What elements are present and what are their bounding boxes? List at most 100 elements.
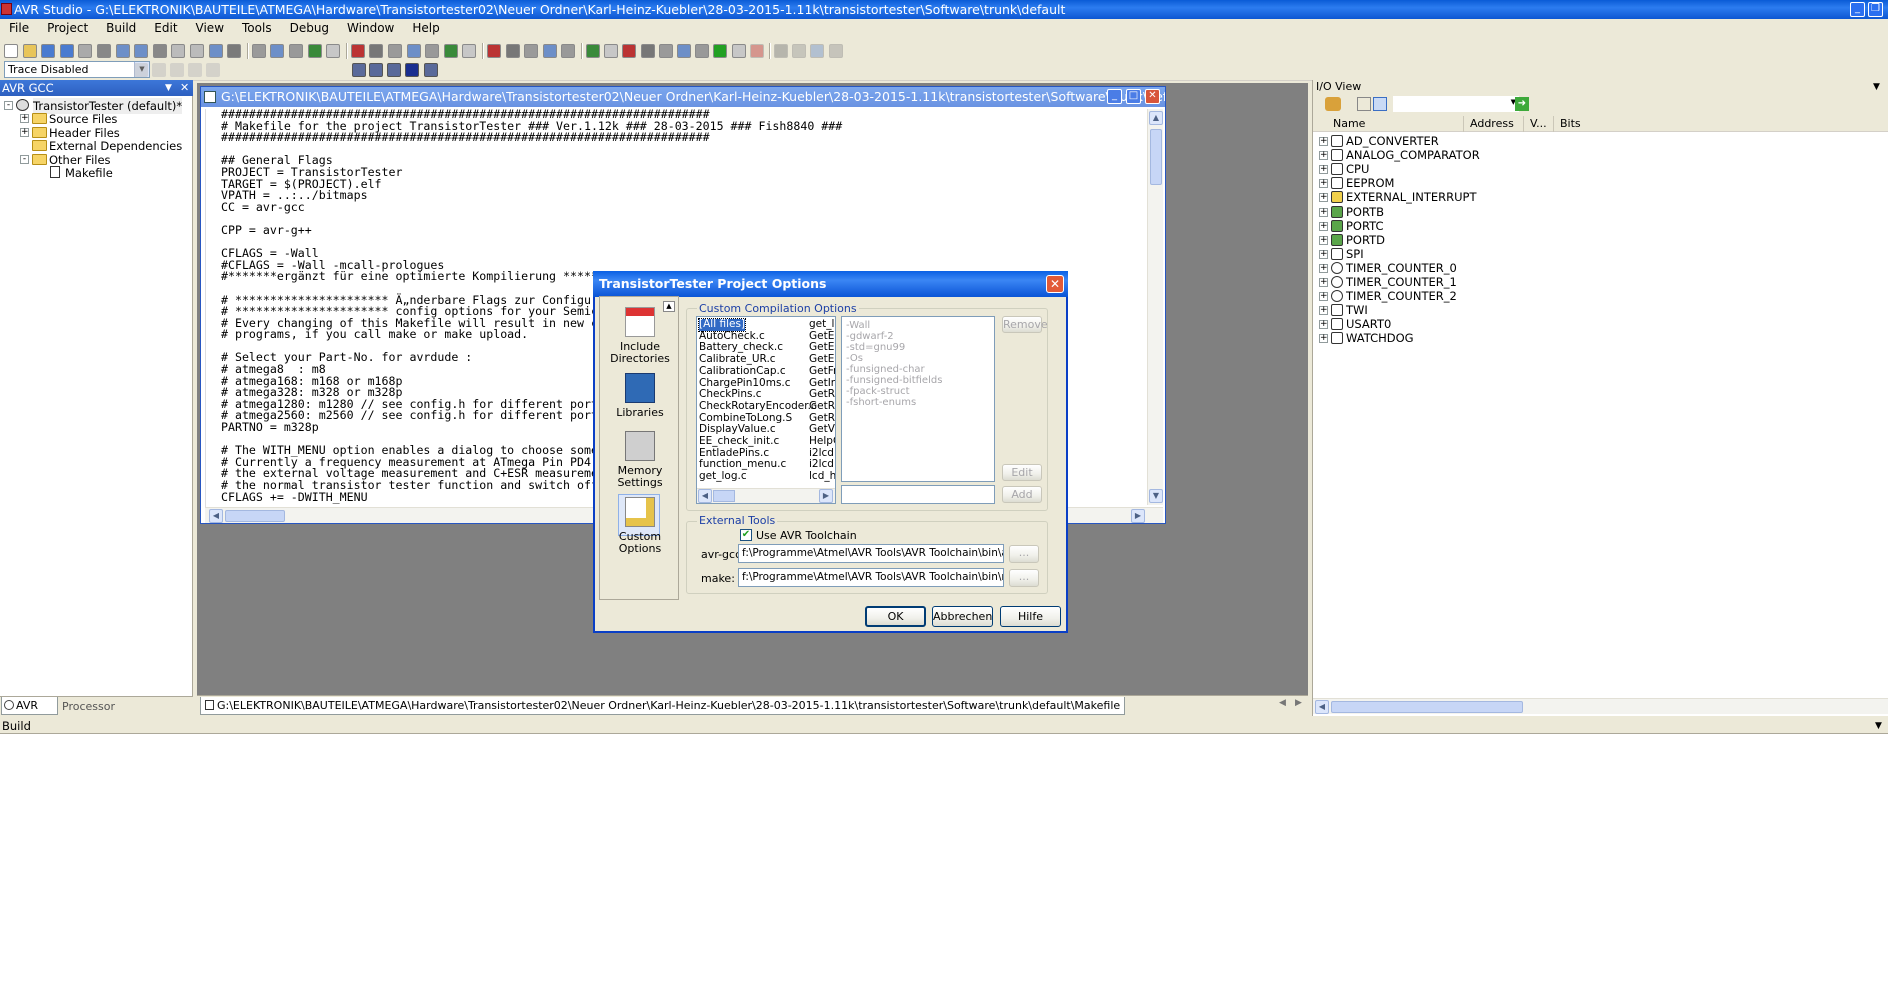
scroll-left-icon[interactable]: ◀	[209, 509, 223, 523]
horizontal-scroll-thumb[interactable]	[225, 510, 285, 522]
io-item[interactable]: + TWI	[1313, 303, 1613, 317]
run-icon[interactable]	[713, 44, 728, 58]
io-item[interactable]: + WATCHDOG	[1313, 331, 1613, 345]
save-all-icon[interactable]	[59, 44, 74, 58]
debug-window-icon[interactable]	[387, 63, 401, 77]
scroll-right-icon[interactable]: ▶	[819, 489, 833, 503]
editor-minimize-button[interactable]: _	[1107, 89, 1122, 104]
help-button[interactable]: Hilfe	[1000, 606, 1061, 627]
make-path-field[interactable]: f:\Programme\Atmel\AVR Tools\AVR Toolcha…	[738, 568, 1004, 587]
toolbar-tool-icon[interactable]	[289, 44, 303, 58]
expand-icon[interactable]: +	[1319, 292, 1328, 302]
menu-debug[interactable]: Debug	[281, 19, 338, 38]
menu-build[interactable]: Build	[97, 19, 145, 38]
io-item[interactable]: + SPI	[1313, 247, 1613, 261]
paste-icon[interactable]	[134, 44, 149, 58]
tab-scroll-right-icon[interactable]: ▶	[1295, 698, 1302, 708]
toolbar-tool-icon[interactable]	[524, 44, 539, 58]
expand-icon[interactable]: +	[1319, 221, 1328, 231]
menu-project[interactable]: Project	[38, 19, 97, 38]
expand-icon[interactable]: +	[1319, 263, 1328, 273]
nav-memory-settings[interactable]: Memory Settings	[599, 431, 681, 489]
nav-libraries[interactable]: Libraries	[599, 373, 681, 419]
options-list[interactable]: -Wall -gdwarf-2 -std=gnu99 -Os -funsigned-ch…	[841, 316, 995, 482]
toolbar-tool-icon[interactable]	[622, 44, 637, 58]
io-item[interactable]: + TIMER_COUNTER_0	[1313, 261, 1613, 275]
copy-icon[interactable]	[115, 44, 130, 58]
avr-gcc-path-field[interactable]: f:\Programme\Atmel\AVR Tools\AVR Toolcha…	[738, 544, 1004, 563]
vertical-scroll-thumb[interactable]	[1150, 129, 1162, 185]
expand-icon[interactable]: +	[1319, 165, 1328, 175]
expand-icon[interactable]: +	[1319, 235, 1328, 245]
make-browse-button[interactable]: ...	[1009, 569, 1039, 587]
toolbar-tool-icon[interactable]	[443, 44, 458, 58]
toolbar-tool-icon[interactable]	[604, 44, 619, 58]
tab-scroll-left-icon[interactable]: ◀	[1279, 698, 1286, 708]
expand-icon[interactable]: +	[1319, 137, 1328, 146]
cancel-button[interactable]: Abbrechen	[932, 606, 993, 627]
toolbar-tool-icon[interactable]	[658, 44, 673, 58]
column-bits[interactable]: Bits	[1553, 116, 1581, 132]
toolbar-tool-icon[interactable]	[307, 44, 322, 58]
toolbar-tool-icon[interactable]	[640, 44, 655, 58]
menu-help[interactable]: Help	[403, 19, 448, 38]
avr-gcc-browse-button[interactable]: ...	[1009, 545, 1039, 563]
expand-icon[interactable]: +	[1319, 334, 1328, 344]
file-list-item[interactable]: get_log.c lcd_hw	[699, 470, 835, 483]
file-list-item[interactable]: CalibrationCap.c GetFre	[699, 365, 835, 378]
option-input[interactable]	[841, 485, 995, 504]
chevron-down-icon[interactable]: ▼	[165, 80, 172, 96]
expand-icon[interactable]: +	[1319, 193, 1328, 203]
io-item[interactable]: + AD_CONVERTER	[1313, 134, 1613, 148]
toolbar-tool-icon[interactable]	[462, 44, 477, 58]
menu-window[interactable]: Window	[338, 19, 403, 38]
scroll-right-icon[interactable]: ▶	[1131, 509, 1145, 523]
toolbar-tool-icon[interactable]	[505, 44, 520, 58]
cut-icon[interactable]	[97, 44, 111, 58]
io-search-select[interactable]: ▼	[1393, 96, 1519, 112]
debug-window-icon[interactable]	[424, 63, 438, 77]
option-item[interactable]: -Wall	[846, 320, 990, 331]
menu-edit[interactable]: Edit	[145, 19, 186, 38]
expand-icon[interactable]: +	[1319, 320, 1328, 330]
menu-tools[interactable]: Tools	[233, 19, 281, 38]
column-address[interactable]: Address	[1463, 116, 1514, 132]
option-item[interactable]: -fshort-enums	[846, 397, 990, 408]
option-item[interactable]: -funsigned-bitfields	[846, 375, 990, 386]
expand-icon[interactable]: +	[1319, 249, 1328, 259]
tab-makefile[interactable]: G:\ELEKTRONIK\BAUTEILE\ATMEGA\Hardware\T…	[200, 697, 1126, 715]
toolbar-tool-icon[interactable]	[792, 44, 807, 58]
trace-tool-icon[interactable]	[206, 63, 220, 77]
save-icon[interactable]	[41, 44, 56, 58]
list-view-icon[interactable]	[1373, 97, 1387, 111]
new-file-icon[interactable]	[4, 44, 18, 58]
column-name[interactable]: Name	[1333, 116, 1365, 132]
trace-tool-icon[interactable]	[170, 63, 184, 77]
io-item[interactable]: + ANALOG_COMPARATOR	[1313, 148, 1613, 162]
option-item[interactable]: -gdwarf-2	[846, 331, 990, 342]
expand-icon[interactable]: +	[1319, 306, 1328, 316]
window-icon[interactable]	[208, 44, 223, 58]
toolbar-tool-icon[interactable]	[251, 44, 266, 58]
io-item[interactable]: + PORTD	[1313, 233, 1613, 247]
expand-icon[interactable]: +	[1319, 207, 1328, 217]
io-item[interactable]: + EXTERNAL_INTERRUPT	[1313, 190, 1613, 204]
expand-icon[interactable]: +	[20, 127, 29, 137]
chevron-down-icon[interactable]: ▼	[1875, 718, 1882, 734]
nav-custom-options[interactable]: Custom Options	[599, 494, 681, 555]
horizontal-scroll-thumb[interactable]	[713, 490, 735, 502]
editor-close-button[interactable]: ✕	[1145, 89, 1160, 104]
toolbar-tool-icon[interactable]	[406, 44, 421, 58]
toolbar-tool-icon[interactable]	[270, 44, 285, 58]
io-item[interactable]: + TIMER_COUNTER_2	[1313, 289, 1613, 303]
redo-icon[interactable]	[190, 44, 204, 58]
debug-window-icon[interactable]	[369, 63, 383, 77]
io-item[interactable]: + PORTC	[1313, 219, 1613, 233]
trace-tool-icon[interactable]	[152, 63, 166, 77]
toolbar-tool-icon[interactable]	[677, 44, 691, 58]
edit-button[interactable]: Edit	[1002, 464, 1042, 481]
file-list-scrollbar[interactable]: ◀ ▶	[697, 488, 835, 503]
collapse-icon[interactable]: -	[20, 154, 29, 164]
scroll-down-icon[interactable]: ▼	[1149, 489, 1163, 503]
close-icon[interactable]: ✕	[180, 80, 189, 96]
